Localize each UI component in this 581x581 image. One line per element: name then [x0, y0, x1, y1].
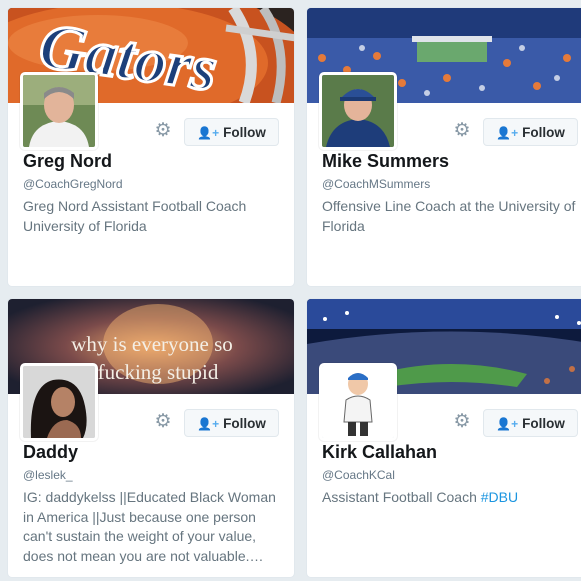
person-add-icon: 👤+: [197, 417, 220, 431]
follow-button[interactable]: 👤+ Follow: [184, 118, 279, 146]
avatar[interactable]: [20, 363, 98, 441]
banner-text-line1: why is everyone so: [71, 332, 233, 356]
user-card[interactable]: Gators ⚙ 👤+ Follow Greg Nord @CoachGregNo…: [7, 7, 295, 287]
follow-button[interactable]: 👤+ Follow: [483, 409, 578, 437]
hashtag-link[interactable]: #DBU: [481, 489, 518, 505]
banner-text-line2: fucking stupid: [98, 360, 219, 384]
username[interactable]: @CoachGregNord: [23, 177, 123, 191]
gear-icon[interactable]: ⚙: [452, 121, 472, 141]
display-name[interactable]: Daddy: [23, 442, 78, 463]
username[interactable]: @CoachMSummers: [322, 177, 430, 191]
avatar[interactable]: [319, 363, 397, 441]
person-add-icon: 👤+: [197, 126, 220, 140]
bio: IG: daddykelss ||Educated Black Woman in…: [23, 489, 276, 564]
gear-icon[interactable]: ⚙: [153, 412, 173, 432]
avatar[interactable]: [319, 72, 397, 150]
gear-icon[interactable]: ⚙: [452, 412, 472, 432]
bio: Offensive Line Coach at the University o…: [322, 198, 576, 234]
user-card[interactable]: ⚙ 👤+ Follow Kirk Callahan @CoachKCal Assi…: [306, 298, 581, 578]
user-card[interactable]: ⚙ 👤+ Follow Mike Summers @CoachMSummers O…: [306, 7, 581, 287]
username[interactable]: @leslek_: [23, 468, 73, 482]
display-name[interactable]: Mike Summers: [322, 151, 449, 172]
user-card[interactable]: why is everyone so fucking stupid ⚙ 👤+ Fo…: [7, 298, 295, 578]
follow-label: Follow: [223, 416, 266, 431]
bio-text: Assistant Football Coach: [322, 489, 481, 505]
bio: Assistant Football Coach #DBU: [322, 488, 581, 508]
follow-button[interactable]: 👤+ Follow: [184, 409, 279, 437]
display-name[interactable]: Kirk Callahan: [322, 442, 437, 463]
bio: Greg Nord Assistant Football Coach Unive…: [23, 198, 247, 234]
person-add-icon: 👤+: [496, 126, 519, 140]
display-name[interactable]: Greg Nord: [23, 151, 112, 172]
follow-label: Follow: [223, 125, 266, 140]
person-add-icon: 👤+: [496, 417, 519, 431]
follow-label: Follow: [522, 125, 565, 140]
follow-label: Follow: [522, 416, 565, 431]
username[interactable]: @CoachKCal: [322, 468, 395, 482]
avatar[interactable]: [20, 72, 98, 150]
follow-button[interactable]: 👤+ Follow: [483, 118, 578, 146]
gear-icon[interactable]: ⚙: [153, 121, 173, 141]
